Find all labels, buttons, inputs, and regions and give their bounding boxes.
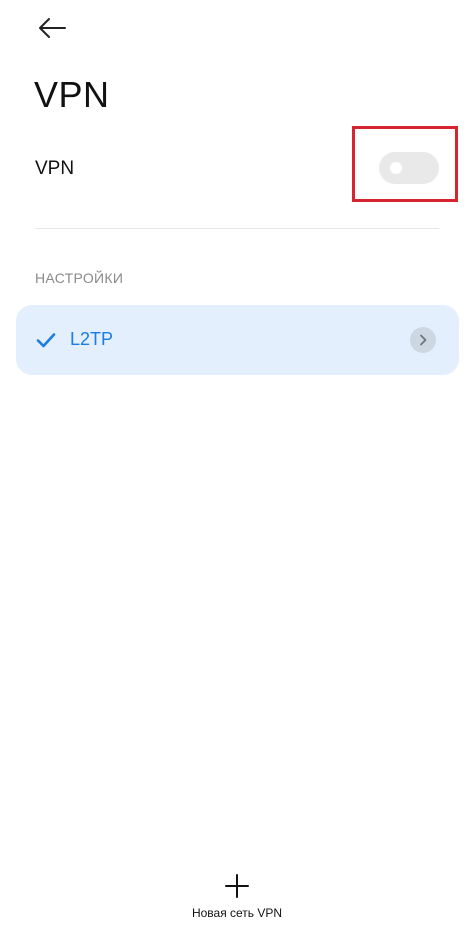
vpn-profile-item[interactable]: L2TP xyxy=(16,305,459,375)
back-button[interactable] xyxy=(30,10,74,46)
vpn-profile-details-button[interactable] xyxy=(410,327,436,353)
add-vpn-label: Новая сеть VPN xyxy=(191,906,283,920)
plus-icon xyxy=(225,874,249,898)
highlight-annotation-box xyxy=(352,126,458,202)
arrow-left-icon xyxy=(39,18,66,38)
checkmark-icon xyxy=(36,333,56,348)
vpn-profile-label: L2TP xyxy=(70,329,114,349)
section-header-settings: НАСТРОЙКИ xyxy=(35,270,124,286)
vpn-toggle-label: VPN xyxy=(35,158,75,179)
divider xyxy=(35,228,439,229)
add-vpn-button[interactable]: Новая сеть VPN xyxy=(157,868,317,928)
page-title: VPN xyxy=(34,74,110,115)
chevron-right-icon xyxy=(420,334,427,346)
